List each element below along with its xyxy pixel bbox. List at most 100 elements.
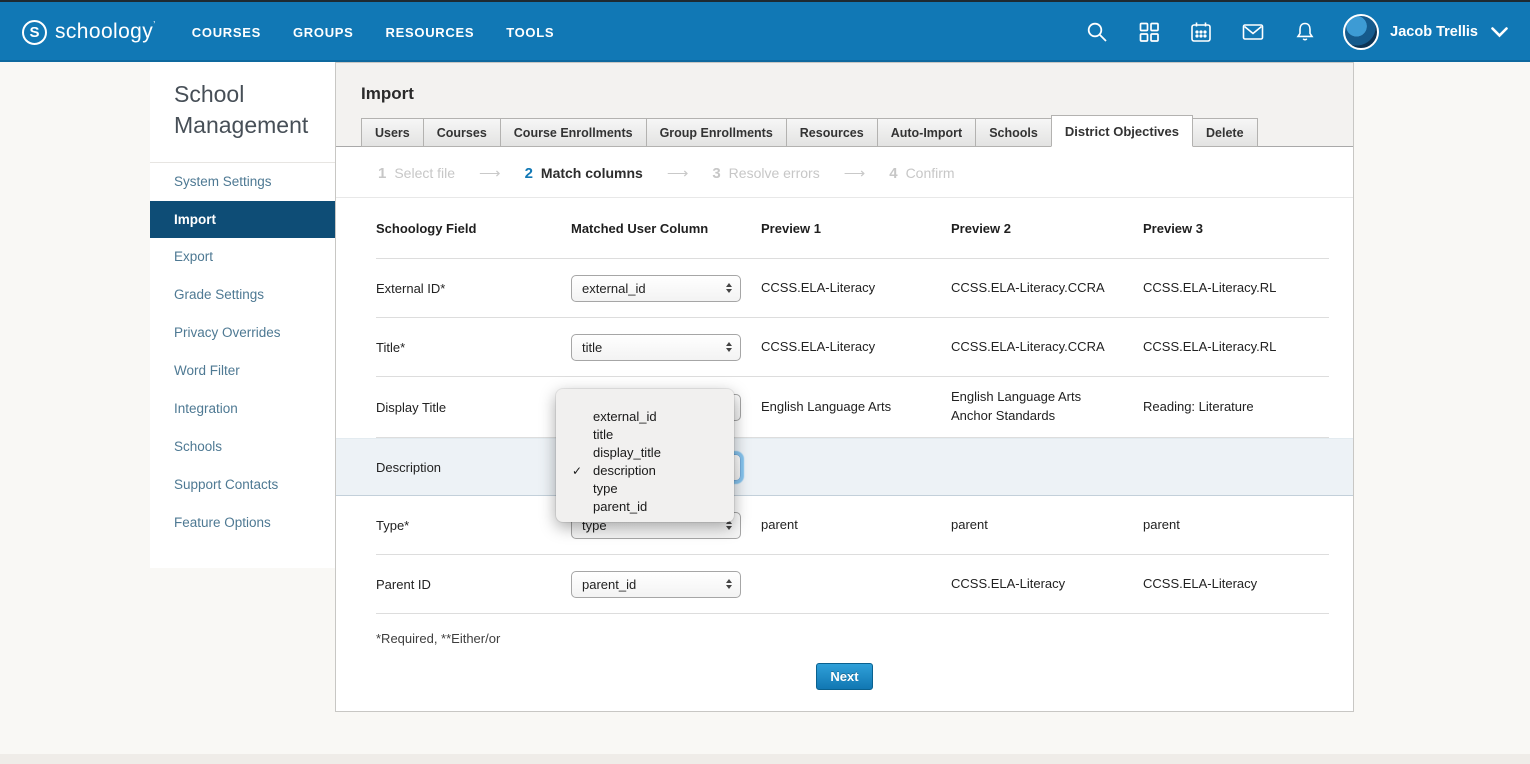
app-grid-icon[interactable] [1137,20,1161,44]
field-label: External ID* [376,281,571,296]
nav-item-tools[interactable]: TOOLS [506,25,554,40]
sidebar-item-support-contacts[interactable]: Support Contacts [150,466,335,504]
preview-3-value: CCSS.ELA-Literacy [1143,575,1331,594]
field-label: Type* [376,518,571,533]
column-dropdown-menu: external_id title display_title ✓ descri… [556,389,734,522]
page-footer-strip [0,754,1530,764]
table-row-display-title: Display Title English Language Arts Engl… [376,377,1329,438]
schoology-logo-icon: S [22,20,47,45]
step-label: Select file [394,165,455,181]
menu-item-description[interactable]: ✓ description [556,462,734,480]
page-title: Import [336,63,1353,104]
preview-2-value: CCSS.ELA-Literacy.CCRA [951,338,1143,357]
tab-resources[interactable]: Resources [786,118,878,147]
nav-item-courses[interactable]: COURSES [192,25,261,40]
preview-2-value: CCSS.ELA-Literacy.CCRA [951,279,1143,298]
chevron-down-icon[interactable] [1491,27,1508,38]
select-value: parent_id [582,577,636,592]
top-navbar: S schoology COURSES GROUPS RESOURCES TOO… [0,2,1530,62]
schoology-logo[interactable]: S schoology [22,20,156,45]
column-header-matched-user-column: Matched User Column [571,221,761,236]
sidebar-item-integration[interactable]: Integration [150,390,335,428]
step-label: Match columns [541,165,643,181]
next-button[interactable]: Next [816,663,872,690]
menu-item-display-title[interactable]: display_title [556,444,734,462]
table-row-description: Description [336,438,1353,496]
tab-delete[interactable]: Delete [1192,118,1258,147]
menu-item-parent-id[interactable]: parent_id [556,498,734,516]
step-resolve-errors: 3 Resolve errors [712,165,819,182]
sidebar-item-grade-settings[interactable]: Grade Settings [150,276,335,314]
parent-id-select[interactable]: parent_id [571,571,741,598]
step-number: 2 [525,165,533,182]
tab-course-enrollments[interactable]: Course Enrollments [500,118,647,147]
required-footnote: *Required, **Either/or [376,631,1329,646]
preview-3-value: CCSS.ELA-Literacy.RL [1143,279,1331,298]
step-arrow-icon: ⟶ [844,164,866,182]
messages-icon[interactable] [1241,20,1265,44]
tab-users[interactable]: Users [361,118,424,147]
menu-item-external-id[interactable]: external_id [556,408,734,426]
menu-item-type[interactable]: type [556,480,734,498]
import-panel: Import Users Courses Course Enrollments … [335,62,1354,712]
step-label: Confirm [906,165,955,181]
menu-item-title[interactable]: title [556,426,734,444]
step-arrow-icon: ⟶ [479,164,501,182]
preview-3-value: parent [1143,516,1331,535]
sidebar-item-privacy-overrides[interactable]: Privacy Overrides [150,314,335,352]
nav-item-groups[interactable]: GROUPS [293,25,354,40]
step-confirm: 4 Confirm [889,165,954,182]
user-name[interactable]: Jacob Trellis [1390,24,1478,40]
preview-1-value: CCSS.ELA-Literacy [761,338,951,357]
select-arrows-icon [726,283,732,293]
title-select[interactable]: title [571,334,741,361]
preview-1-value: English Language Arts [761,398,951,417]
tab-group-enrollments[interactable]: Group Enrollments [646,118,787,147]
preview-2-value: parent [951,516,1143,535]
match-table-header: Schoology Field Matched User Column Prev… [376,198,1329,259]
table-row-external-id: External ID* external_id CCSS.ELA-Litera… [376,259,1329,318]
search-icon[interactable] [1085,20,1109,44]
wizard-steps: 1 Select file ⟶ 2 Match columns ⟶ 3 Reso… [336,147,1353,198]
preview-3-value: Reading: Literature [1143,398,1331,417]
tab-auto-import[interactable]: Auto-Import [877,118,977,147]
tab-district-objectives[interactable]: District Objectives [1051,115,1193,147]
preview-3-value: CCSS.ELA-Literacy.RL [1143,338,1331,357]
sidebar-item-schools[interactable]: Schools [150,428,335,466]
notifications-icon[interactable] [1293,20,1317,44]
field-label: Title* [376,340,571,355]
tab-schools[interactable]: Schools [975,118,1052,147]
sidebar-item-feature-options[interactable]: Feature Options [150,504,335,542]
table-row-parent-id: Parent ID parent_id CCSS.ELA-Literacy CC… [376,555,1329,614]
table-row-type: Type* type parent parent parent [376,496,1329,555]
column-header-preview-1: Preview 1 [761,221,951,236]
panel-header: Import Users Courses Course Enrollments … [336,63,1353,147]
step-number: 4 [889,165,897,182]
column-header-schoology-field: Schoology Field [376,221,571,236]
select-arrows-icon [726,342,732,352]
field-label: Parent ID [376,577,571,592]
sidebar-item-system-settings[interactable]: System Settings [150,163,335,201]
sidebar-item-word-filter[interactable]: Word Filter [150,352,335,390]
navbar-right-group: Jacob Trellis [1057,14,1508,50]
user-avatar[interactable] [1343,14,1379,50]
select-value: title [582,340,602,355]
nav-item-resources[interactable]: RESOURCES [386,25,475,40]
school-management-sidebar: School Management System Settings Import… [150,62,335,568]
preview-2-value: English Language Arts Anchor Standards [951,388,1143,426]
preview-1-value: CCSS.ELA-Literacy [761,279,951,298]
field-label: Description [376,460,571,475]
preview-1-value: parent [761,516,951,535]
schoology-logo-text: schoology [55,20,156,44]
step-select-file: 1 Select file [378,165,455,182]
sidebar-title: School Management [150,62,335,163]
check-icon: ✓ [572,462,582,480]
sidebar-item-export[interactable]: Export [150,238,335,276]
external-id-select[interactable]: external_id [571,275,741,302]
calendar-icon[interactable] [1189,20,1213,44]
step-label: Resolve errors [729,165,820,181]
sidebar-item-import[interactable]: Import [150,201,335,238]
field-label: Display Title [376,400,571,415]
step-arrow-icon: ⟶ [667,164,689,182]
tab-courses[interactable]: Courses [423,118,501,147]
